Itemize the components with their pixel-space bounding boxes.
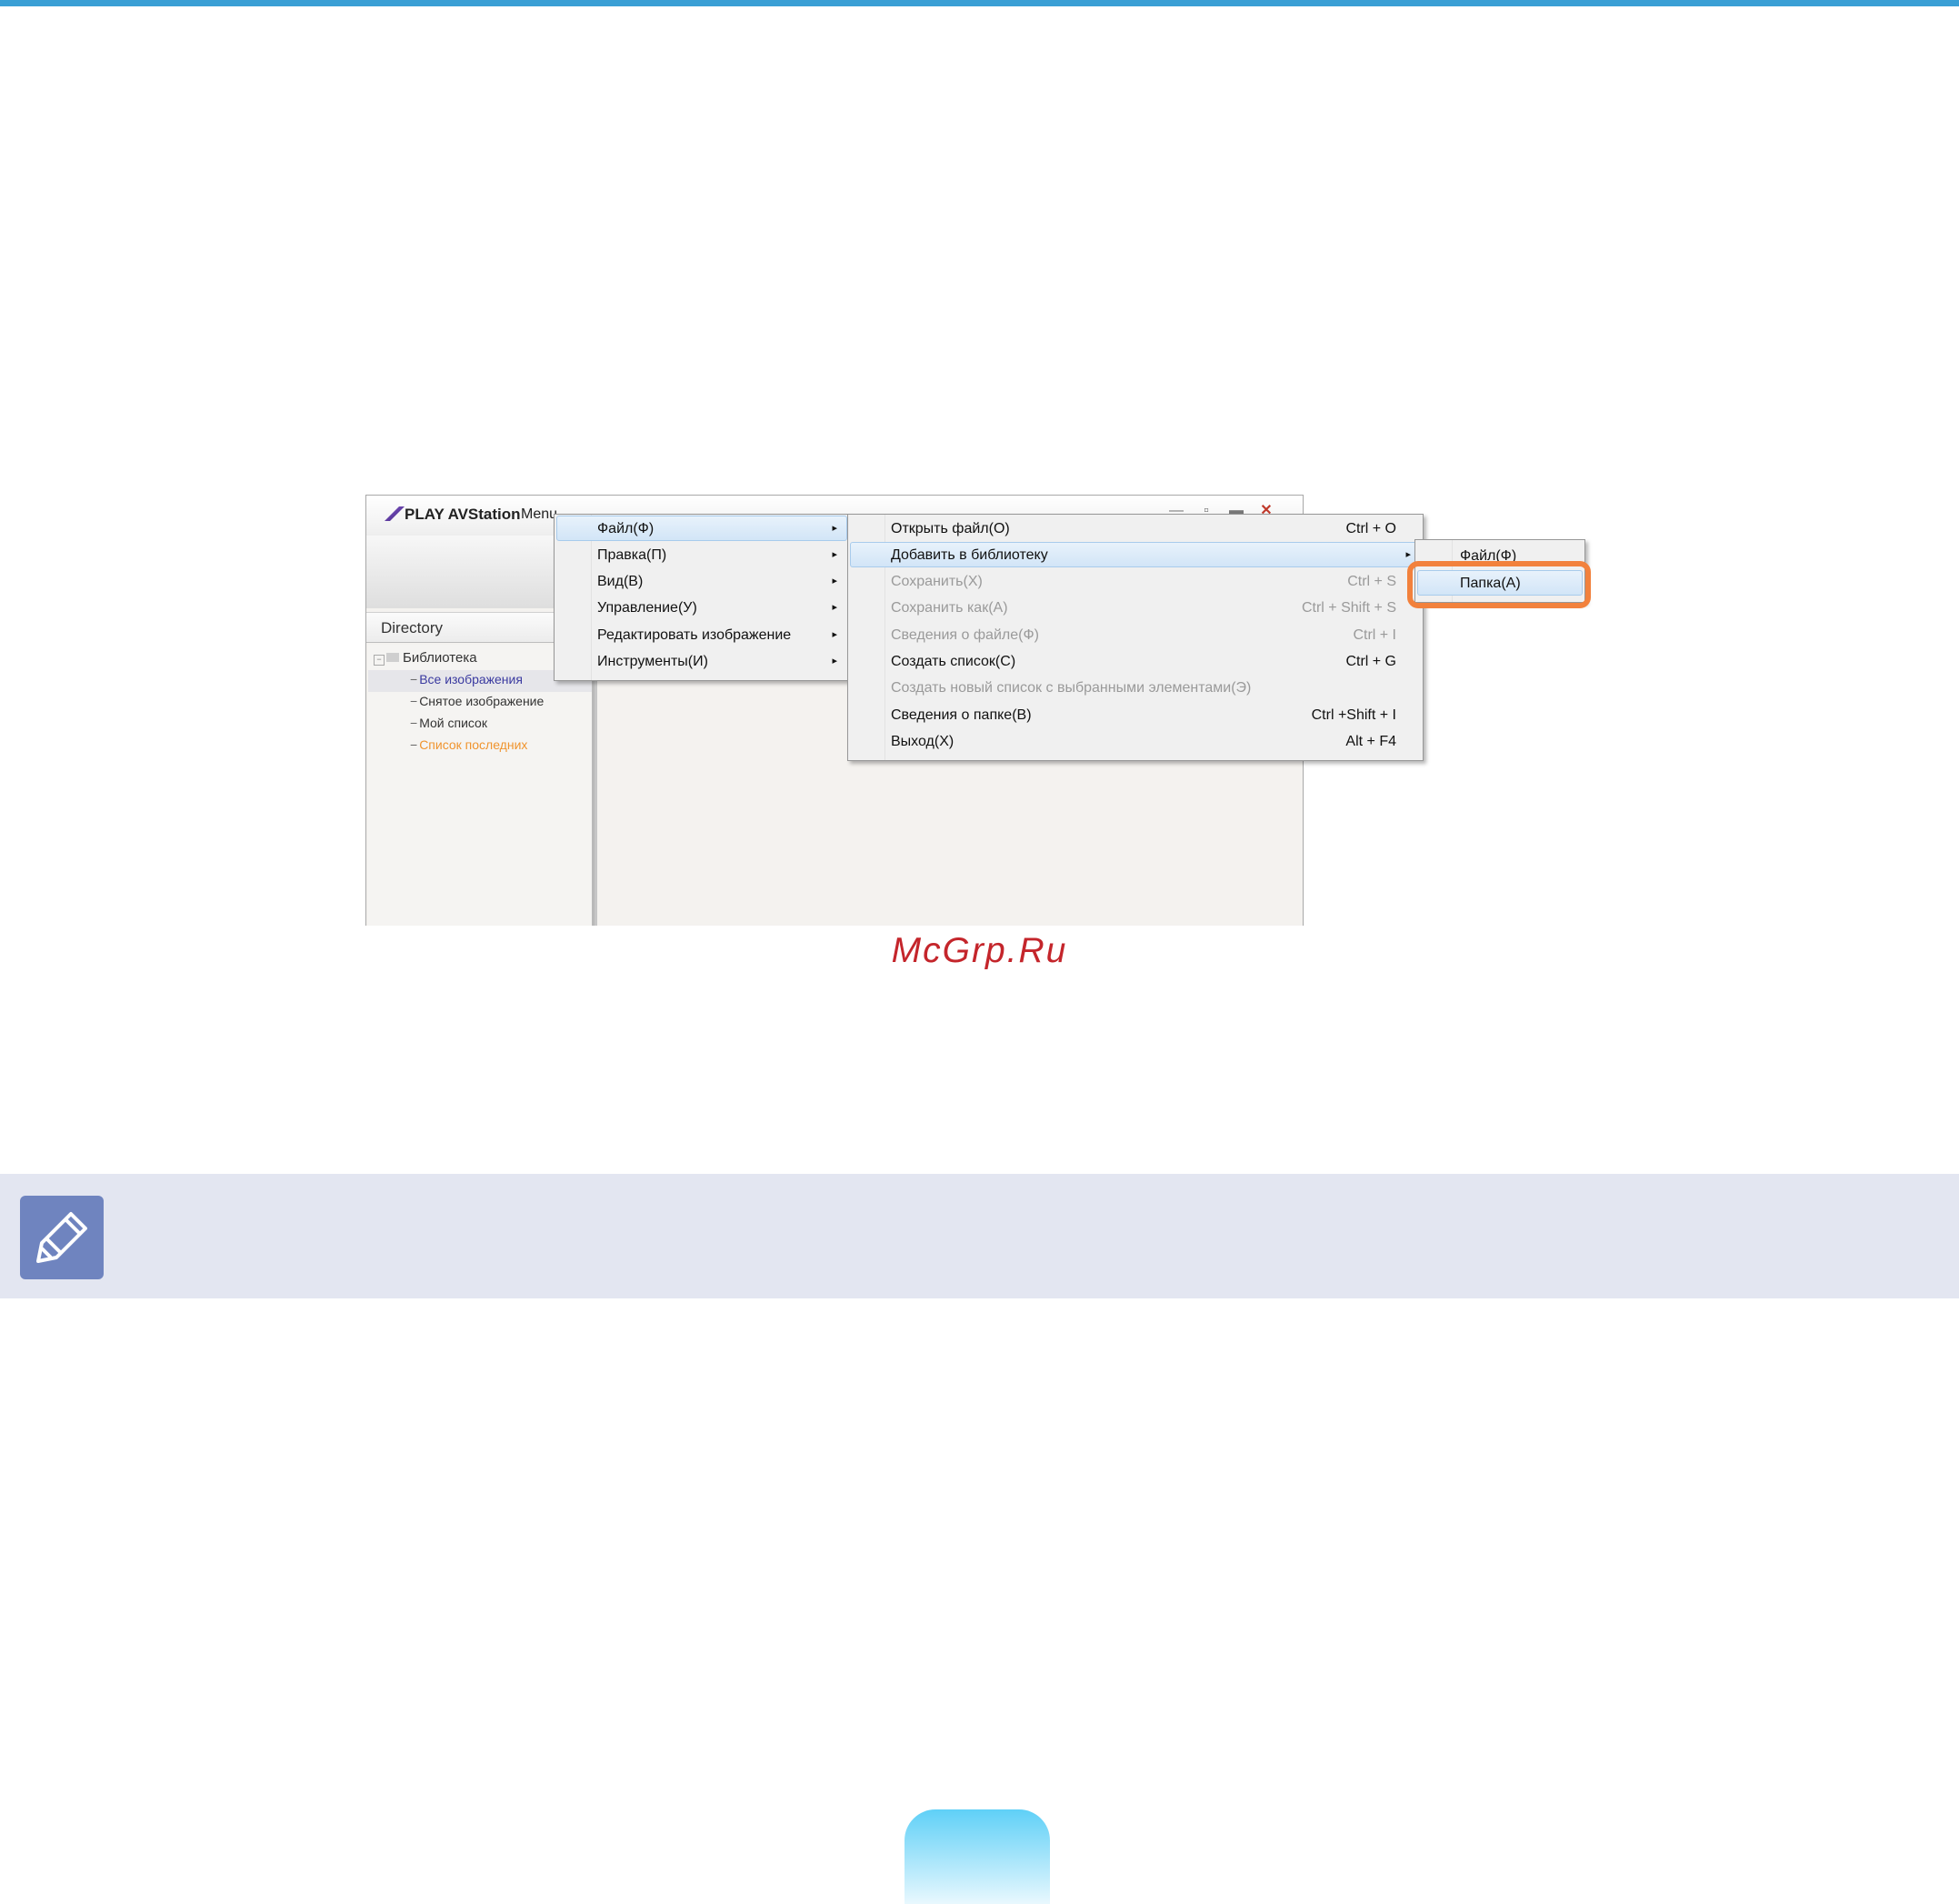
menu-item-view[interactable]: Вид(В) ▸ bbox=[556, 568, 847, 594]
menu-item-shortcut: Ctrl + Shift + S bbox=[1301, 600, 1396, 616]
menu-item-tools[interactable]: Инструменты(И) ▸ bbox=[556, 648, 847, 674]
tree-item-recent-list[interactable]: − Список последних bbox=[410, 737, 527, 752]
menu-item-label: Сведения о папке(B) bbox=[891, 707, 1032, 723]
menu-item-shortcut: Alt + F4 bbox=[1345, 734, 1396, 749]
menu-button[interactable]: Menu bbox=[521, 506, 557, 523]
menu-item-shortcut: Ctrl + O bbox=[1345, 521, 1396, 536]
submenu-arrow-icon: ▸ bbox=[832, 602, 837, 613]
menu-item-label: Инструменты(И) bbox=[597, 654, 708, 669]
menu-item-add-to-library[interactable]: Добавить в библиотеку ▸ bbox=[850, 542, 1421, 567]
pencil-note-icon bbox=[20, 1196, 104, 1279]
menu-item-label: Создать список(C) bbox=[891, 654, 1016, 669]
tree-item-captured-image[interactable]: − Снятое изображение bbox=[410, 694, 544, 708]
menu-item-label: Сохранить(X) bbox=[891, 574, 983, 589]
page-number-tab bbox=[905, 1809, 1050, 1904]
menu-item-label: Выход(X) bbox=[891, 734, 955, 749]
menu-item-exit[interactable]: Выход(X) Alt + F4 bbox=[850, 728, 1421, 754]
menu-item-label: Открыть файл(O) bbox=[891, 521, 1010, 536]
submenu-arrow-icon: ▸ bbox=[832, 629, 837, 640]
menu-item-label: Редактировать изображение bbox=[597, 627, 792, 643]
menu-item-open-file[interactable]: Открыть файл(O) Ctrl + O bbox=[850, 516, 1421, 541]
menu-item-label: Добавить в библиотеку bbox=[891, 547, 1048, 563]
tree-root-library[interactable]: − Библиотека bbox=[374, 650, 477, 666]
main-menu: Файл(Ф) ▸ Правка(П) ▸ Вид(В) ▸ Управление(У… bbox=[554, 514, 850, 681]
note-box bbox=[0, 1174, 1959, 1298]
menu-item-shortcut: Ctrl + G bbox=[1345, 654, 1396, 669]
menu-item-shortcut: Ctrl + S bbox=[1347, 574, 1396, 589]
menu-item-file-info: Сведения о файле(Ф) Ctrl + I bbox=[850, 622, 1421, 647]
top-accent-bar bbox=[0, 0, 1959, 6]
tree-item-label: Список последних bbox=[419, 737, 528, 752]
tree-item-all-images[interactable]: − Все изображения bbox=[410, 672, 523, 686]
menu-item-label: Сохранить как(A) bbox=[891, 600, 1008, 616]
watermark: McGrp.Ru bbox=[891, 931, 1068, 970]
collapse-icon[interactable]: − bbox=[374, 655, 385, 666]
menu-item-label: Правка(П) bbox=[597, 547, 667, 563]
menu-item-shortcut: Ctrl + I bbox=[1353, 627, 1396, 643]
tree-item-label: Снятое изображение bbox=[419, 694, 545, 708]
submenu-arrow-icon: ▸ bbox=[832, 576, 837, 586]
menu-item-control[interactable]: Управление(У) ▸ bbox=[556, 595, 847, 620]
submenu-arrow-icon: ▸ bbox=[832, 523, 837, 534]
menu-item-label: Сведения о файле(Ф) bbox=[891, 627, 1039, 643]
submenu-arrow-icon: ▸ bbox=[832, 549, 837, 560]
menu-item-label: Вид(В) bbox=[597, 574, 644, 589]
directory-label: Directory bbox=[381, 619, 444, 636]
menu-item-label: Файл(Ф) bbox=[597, 521, 655, 536]
menu-item-file[interactable]: Файл(Ф) ▸ bbox=[556, 516, 847, 541]
tree-item-label: Все изображения bbox=[419, 672, 523, 686]
submenu-arrow-icon: ▸ bbox=[832, 656, 837, 666]
pencil-icon bbox=[36, 1212, 87, 1263]
menu-item-label: Управление(У) bbox=[597, 600, 697, 616]
directory-tree: − Библиотека − Все изображения − Снятое изо… bbox=[368, 645, 595, 926]
menu-item-edit[interactable]: Правка(П) ▸ bbox=[556, 542, 847, 567]
submenu-arrow-icon: ▸ bbox=[1405, 549, 1411, 560]
folder-icon bbox=[386, 653, 399, 662]
menu-item-save-as: Сохранить как(A) Ctrl + Shift + S bbox=[850, 595, 1421, 620]
menu-item-edit-image[interactable]: Редактировать изображение ▸ bbox=[556, 622, 847, 647]
menu-item-folder-info[interactable]: Сведения о папке(B) Ctrl +Shift + I bbox=[850, 702, 1421, 727]
menu-item-save: Сохранить(X) Ctrl + S bbox=[850, 568, 1421, 594]
menu-item-create-list[interactable]: Создать список(C) Ctrl + G bbox=[850, 648, 1421, 674]
tree-item-label: Мой список bbox=[419, 716, 487, 730]
tree-root-label: Библиотека bbox=[403, 650, 477, 666]
menu-item-shortcut: Ctrl +Shift + I bbox=[1311, 707, 1396, 723]
menu-item-create-list-from-selection: Создать новый список с выбранными элемен… bbox=[850, 675, 1421, 700]
app-logo-icon bbox=[385, 506, 405, 521]
menu-item-label: Создать новый список с выбранными элемен… bbox=[891, 680, 1252, 696]
highlight-callout bbox=[1407, 561, 1591, 608]
tree-item-my-list[interactable]: − Мой список bbox=[410, 716, 487, 730]
app-title: PLAY AVStation bbox=[405, 506, 521, 523]
file-submenu: Открыть файл(O) Ctrl + O Добавить в библи… bbox=[847, 514, 1424, 761]
